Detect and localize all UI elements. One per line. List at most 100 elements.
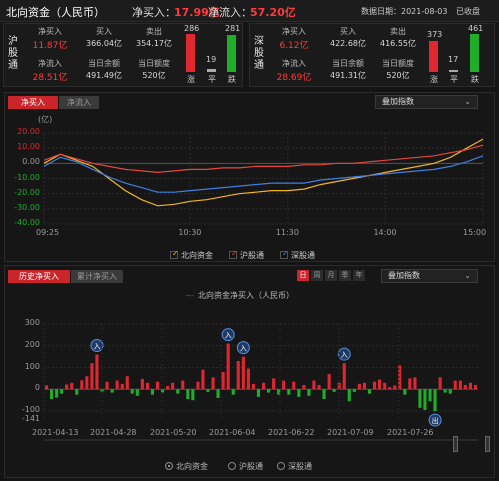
y-tick-label: 200 bbox=[24, 339, 40, 349]
tab-net-inflow[interactable]: 净流入 bbox=[59, 96, 99, 109]
y-tick-label: 0 bbox=[34, 383, 40, 393]
radio-sz-label: 深股通 bbox=[288, 462, 312, 471]
range-handle-right[interactable] bbox=[485, 436, 490, 452]
sz-down-bar bbox=[470, 34, 479, 72]
sz-net-inflow-label: 净流入 bbox=[282, 59, 306, 68]
sh-flat-count: 19 bbox=[206, 55, 217, 64]
sh-buy-label: 买入 bbox=[96, 27, 112, 36]
y-tick-label: 300 bbox=[24, 318, 40, 327]
sz-up-bar bbox=[429, 41, 438, 72]
tab-history-net-buy[interactable]: 历史净买入 bbox=[8, 270, 70, 283]
sh-net-buy-label: 净买入 bbox=[38, 27, 62, 36]
radio-north-label: 北向资金 bbox=[176, 462, 208, 471]
radio-sh-label: 沪股通 bbox=[239, 462, 263, 471]
period-year[interactable]: 年 bbox=[353, 270, 365, 281]
intraday-unit-label: (亿) bbox=[38, 115, 53, 124]
legend-sh-label: 沪股通 bbox=[240, 251, 264, 260]
chevron-down-icon: ⌄ bbox=[464, 97, 471, 106]
sh-checkbox-icon: ✓ bbox=[229, 249, 238, 259]
y-tick-label: 100 bbox=[24, 361, 40, 371]
sz-flat-bar bbox=[449, 70, 458, 72]
sh-sell-value: 354.17亿 bbox=[136, 39, 172, 48]
radio-selected-icon bbox=[165, 462, 173, 470]
sh-net-inflow-value: 28.51亿 bbox=[32, 73, 68, 83]
x-tick-label: 11:30 bbox=[275, 228, 299, 237]
legend-sz[interactable]: ✓ 深股通 bbox=[280, 249, 315, 261]
radio-sz[interactable]: 深股通 bbox=[277, 461, 312, 472]
legend-north-label: 北向资金 bbox=[181, 251, 213, 260]
y-tick-label: -10.00 bbox=[14, 172, 40, 182]
net-inflow-label: 净流入： bbox=[208, 6, 252, 19]
sh-up-label: 涨 bbox=[187, 75, 195, 84]
x-tick-label: 2021-04-28 bbox=[90, 428, 137, 437]
sz-flat-label: 平 bbox=[450, 75, 458, 84]
y-tick-label: -30.00 bbox=[14, 202, 40, 212]
overlay-index-select[interactable]: 叠加指数 ⌄ bbox=[375, 95, 478, 109]
radio-north[interactable]: 北向资金 bbox=[165, 461, 208, 472]
sh-up-count: 286 bbox=[184, 24, 200, 33]
radio-sh[interactable]: 沪股通 bbox=[228, 461, 263, 472]
sz-down-label: 跌 bbox=[471, 75, 479, 84]
history-legend: –– 北向资金净买入（人民币） bbox=[186, 290, 294, 301]
sz-balance-value: 491.31亿 bbox=[330, 71, 366, 80]
sh-flat-label: 平 bbox=[208, 75, 216, 84]
history-overlay-label: 叠加指数 bbox=[388, 271, 420, 280]
sz-checkbox-icon: ✓ bbox=[280, 249, 289, 259]
overlay-index-label: 叠加指数 bbox=[382, 97, 414, 106]
market-status: 已收盘 bbox=[456, 7, 480, 16]
x-tick-label: 2021-07-26 bbox=[387, 428, 434, 437]
x-tick-label: 2021-05-20 bbox=[150, 428, 197, 437]
sz-buy-label: 买入 bbox=[340, 27, 356, 36]
history-legend-label: 北向资金净买入（人民币） bbox=[198, 291, 294, 300]
x-tick-label: 2021-04-13 bbox=[32, 428, 79, 437]
legend-sh[interactable]: ✓ 沪股通 bbox=[229, 249, 264, 261]
sz-net-inflow-value: 28.69亿 bbox=[276, 73, 312, 83]
x-tick-label: 15:00 bbox=[463, 228, 487, 237]
tab-cumulative-net-buy[interactable]: 累计净买入 bbox=[71, 270, 123, 283]
chevron-down-icon: ⌄ bbox=[464, 271, 471, 280]
y-tick-label: 0.00 bbox=[22, 157, 40, 167]
sh-quota-label: 当日额度 bbox=[138, 59, 170, 68]
net-inflow-value: 57.20亿 bbox=[250, 6, 296, 19]
legend-sz-label: 深股通 bbox=[291, 251, 315, 260]
sh-connect-label: 沪股通 bbox=[8, 36, 18, 71]
period-quarter[interactable]: 季 bbox=[339, 270, 351, 281]
sz-up-count: 373 bbox=[427, 30, 443, 39]
sz-buy-value: 422.68亿 bbox=[330, 39, 366, 48]
x-tick-label: 2021-06-22 bbox=[268, 428, 315, 437]
y-tick-label: -20.00 bbox=[14, 187, 40, 197]
sz-sell-value: 416.55亿 bbox=[380, 39, 416, 48]
history-overlay-index-select[interactable]: 叠加指数 ⌄ bbox=[381, 269, 478, 283]
sh-down-bar bbox=[227, 35, 236, 72]
legend-dash-red-icon: – bbox=[190, 291, 194, 300]
range-handle-left[interactable] bbox=[453, 436, 458, 452]
period-day[interactable]: 日 bbox=[297, 270, 309, 281]
y-tick-label: -40.00 bbox=[14, 218, 40, 227]
sz-balance-label: 当日余额 bbox=[332, 59, 364, 68]
x-tick-label: 10:30 bbox=[178, 228, 202, 237]
radio-icon bbox=[228, 462, 236, 470]
sh-flat-bar bbox=[207, 69, 216, 72]
header-bar: 北向资金（人民币） 净买入： 17.99亿 净流入： 57.20亿 数据日期：2… bbox=[0, 0, 499, 22]
x-tick-label: 14:00 bbox=[373, 228, 397, 237]
y-tick-label: 20.00 bbox=[17, 127, 40, 136]
period-month[interactable]: 月 bbox=[325, 270, 337, 281]
north-checkbox-icon: ✓ bbox=[170, 249, 179, 259]
sz-sell-label: 卖出 bbox=[390, 27, 406, 36]
legend-north[interactable]: ✓ 北向资金 bbox=[170, 249, 213, 261]
page-title: 北向资金（人民币） bbox=[6, 6, 105, 19]
sh-buy-value: 366.04亿 bbox=[86, 39, 122, 48]
radio-icon bbox=[277, 462, 285, 470]
sz-quota-label: 当日额度 bbox=[382, 59, 414, 68]
tab-net-buy[interactable]: 净买入 bbox=[8, 96, 58, 109]
data-date: 数据日期：2021-08-03 bbox=[361, 7, 448, 16]
sh-down-label: 跌 bbox=[228, 75, 236, 84]
sh-down-count: 281 bbox=[225, 24, 241, 33]
sz-connect-label: 深股通 bbox=[254, 36, 264, 71]
sz-net-buy-label: 净买入 bbox=[282, 27, 306, 36]
sh-sell-label: 卖出 bbox=[146, 27, 162, 36]
x-tick-label: 2021-07-09 bbox=[327, 428, 374, 437]
sh-up-bar bbox=[186, 34, 195, 72]
period-week[interactable]: 周 bbox=[311, 270, 323, 281]
y-tick-label: 10.00 bbox=[17, 142, 40, 152]
